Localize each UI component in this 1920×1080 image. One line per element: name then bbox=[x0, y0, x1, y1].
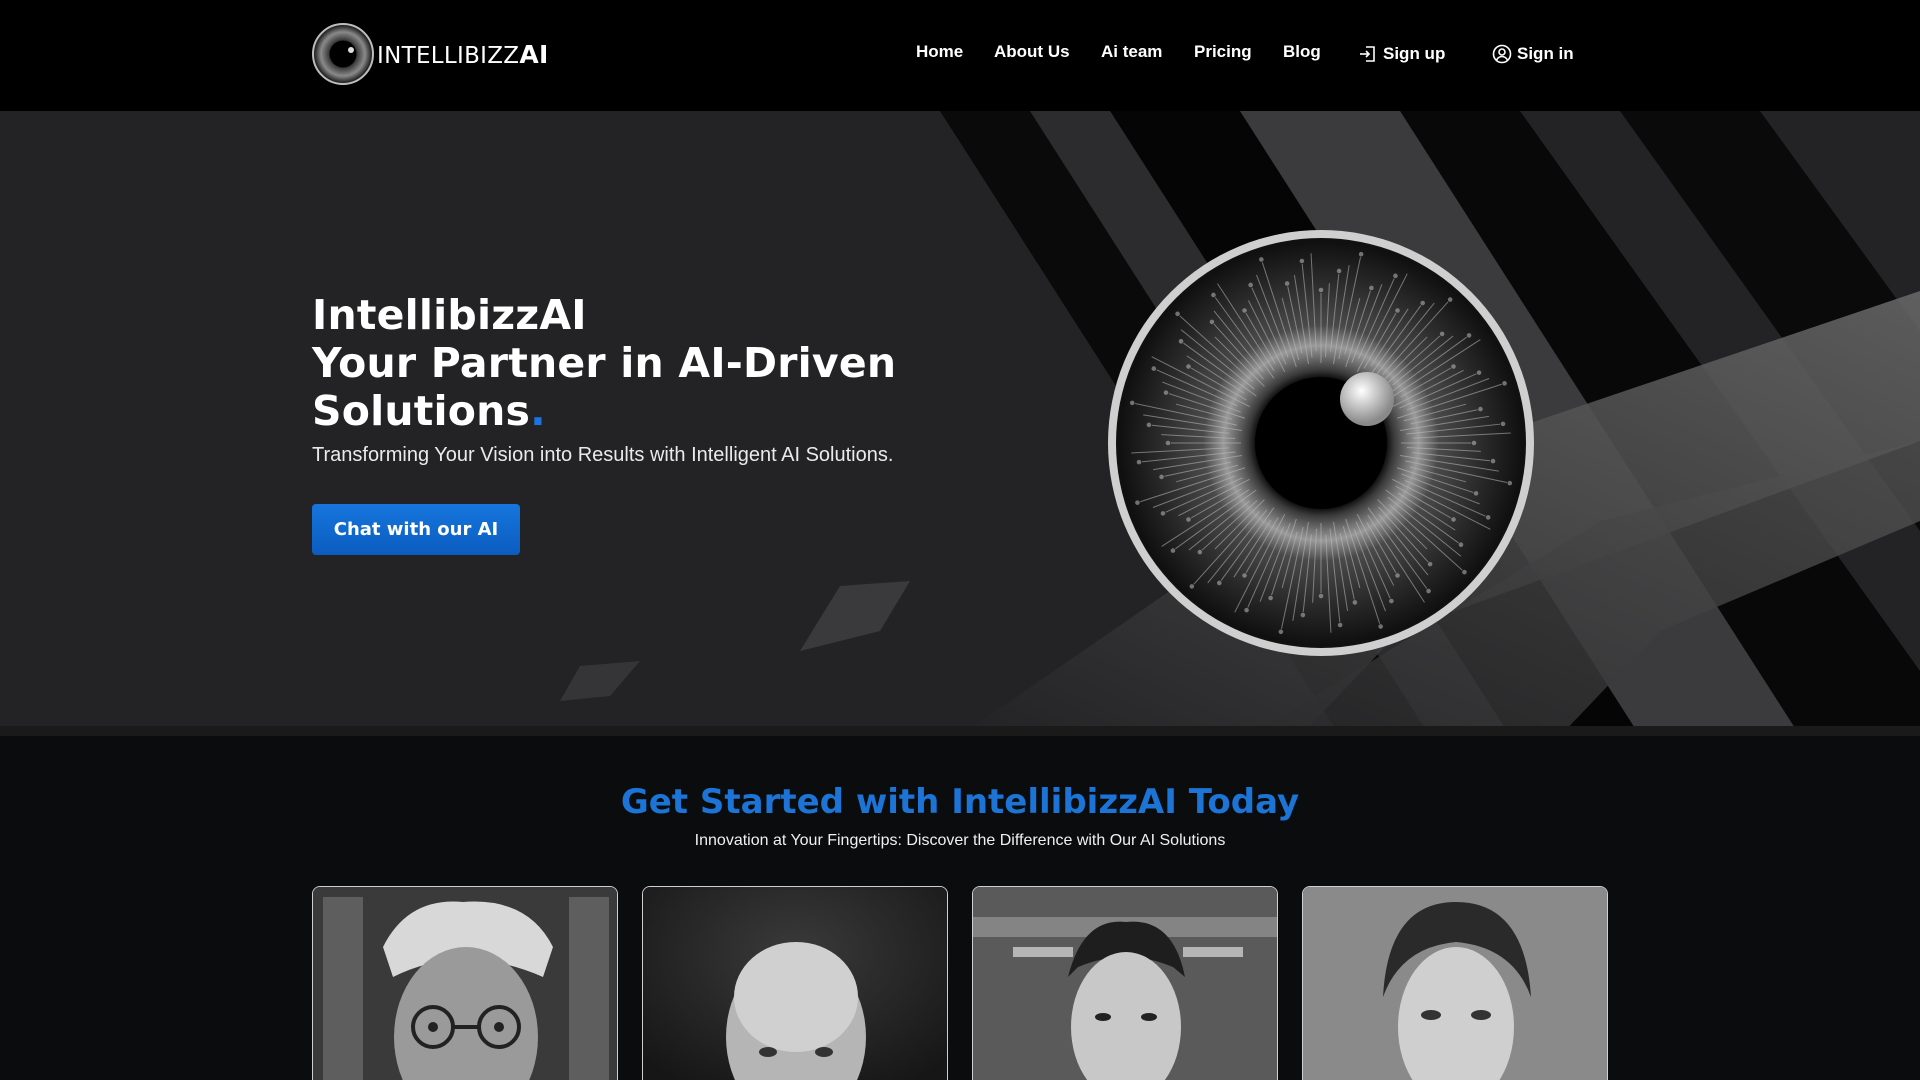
ai-agent-portrait-3 bbox=[973, 887, 1277, 1080]
nav-about-link[interactable]: About Us bbox=[994, 42, 1070, 62]
hero-title-line-1: IntellibizzAI bbox=[312, 291, 587, 339]
ai-agent-card-3[interactable] bbox=[972, 886, 1278, 1080]
sign-up-link[interactable]: Sign up bbox=[1358, 44, 1445, 64]
get-started-title: Get Started with IntellibizzAI Today bbox=[620, 782, 1300, 822]
ai-agent-portrait-2 bbox=[643, 887, 947, 1080]
sign-in-label: Sign in bbox=[1517, 44, 1574, 63]
top-navbar: INTELLIBIZZAI Home About Us Ai team Pric… bbox=[0, 0, 1920, 111]
main-menu: Home About Us Ai team Pricing Blog Sign … bbox=[0, 42, 1920, 70]
ai-agent-portrait-4 bbox=[1303, 887, 1607, 1080]
ai-agent-card-2[interactable] bbox=[642, 886, 948, 1080]
nav-home-link[interactable]: Home bbox=[916, 42, 963, 62]
circuit-eye-illustration bbox=[1106, 228, 1536, 658]
ai-agent-card-1[interactable] bbox=[312, 886, 618, 1080]
hero-title-line-2: Your Partner in AI-Driven bbox=[312, 339, 897, 387]
chat-with-ai-button[interactable]: Chat with our AI bbox=[312, 504, 520, 555]
hero-title: IntellibizzAI Your Partner in AI-Driven … bbox=[312, 291, 952, 435]
hero-background-graphic bbox=[0, 111, 1920, 736]
sign-up-label: Sign up bbox=[1383, 44, 1446, 63]
get-started-section: Get Started with IntellibizzAI Today Inn… bbox=[0, 736, 1920, 1080]
user-circle-icon bbox=[1492, 44, 1512, 64]
nav-pricing-link[interactable]: Pricing bbox=[1194, 42, 1252, 62]
ai-agent-card-4[interactable] bbox=[1302, 886, 1608, 1080]
ai-agent-portrait-1 bbox=[313, 887, 617, 1080]
hero-title-dot: . bbox=[530, 387, 546, 435]
nav-ai-team-link[interactable]: Ai team bbox=[1101, 42, 1162, 62]
hero-subtitle: Transforming Your Vision into Results wi… bbox=[312, 444, 894, 466]
get-started-tagline: Innovation at Your Fingertips: Discover … bbox=[694, 832, 1226, 849]
hero-section: IntellibizzAI Your Partner in AI-Driven … bbox=[0, 111, 1920, 736]
hero-title-line-3: Solutions bbox=[312, 387, 531, 435]
sign-in-link[interactable]: Sign in bbox=[1492, 44, 1574, 64]
sign-up-icon bbox=[1360, 46, 1375, 62]
nav-blog-link[interactable]: Blog bbox=[1283, 42, 1321, 62]
